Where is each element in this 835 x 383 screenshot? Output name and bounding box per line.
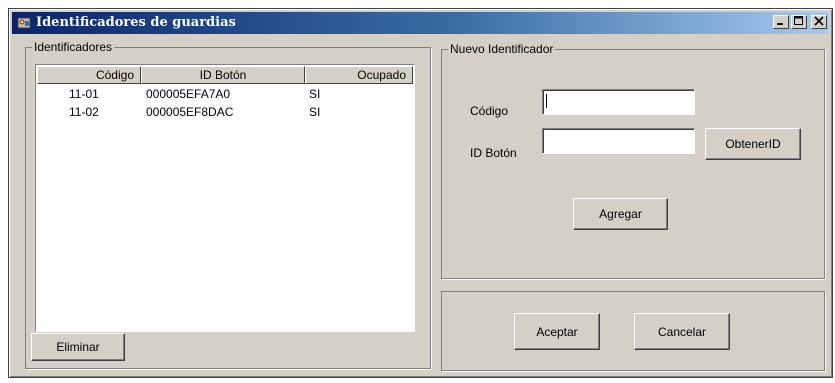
maximize-icon bbox=[794, 13, 804, 31]
identificadores-group-label: Identificadores bbox=[32, 40, 115, 54]
text-caret bbox=[546, 94, 547, 108]
aceptar-button[interactable]: Aceptar bbox=[514, 313, 600, 350]
cell-id-boton: 000005EF8DAC bbox=[146, 105, 234, 119]
cell-codigo: 11-02 bbox=[69, 105, 99, 119]
cell-ocupado: SI bbox=[309, 87, 321, 101]
identificadores-list[interactable]: Código ID Botón Ocupado 11-01 000005EFA7… bbox=[35, 64, 415, 332]
minimize-button[interactable] bbox=[773, 15, 789, 29]
column-header-codigo[interactable]: Código bbox=[37, 66, 141, 84]
list-item[interactable]: 11-01 000005EFA7A0 SI bbox=[37, 85, 413, 103]
dialog-window: Identificadores de guardias Identificado… bbox=[8, 8, 833, 378]
obtener-id-button[interactable]: ObtenerID bbox=[705, 128, 801, 160]
title-bar[interactable]: Identificadores de guardias bbox=[12, 12, 829, 34]
column-header-ocupado[interactable]: Ocupado bbox=[305, 66, 413, 84]
maximize-button[interactable] bbox=[791, 15, 807, 29]
minimize-icon bbox=[776, 13, 786, 31]
eliminar-button[interactable]: Eliminar bbox=[31, 333, 125, 361]
cell-id-boton: 000005EFA7A0 bbox=[146, 87, 231, 101]
app-icon bbox=[16, 15, 32, 31]
nuevo-identificador-group: Nuevo Identificador bbox=[441, 42, 825, 279]
close-button[interactable] bbox=[811, 15, 827, 29]
list-header: Código ID Botón Ocupado bbox=[37, 66, 413, 84]
nuevo-identificador-group-label: Nuevo Identificador bbox=[448, 42, 556, 56]
list-item[interactable]: 11-02 000005EF8DAC SI bbox=[37, 103, 413, 121]
cancelar-button[interactable]: Cancelar bbox=[634, 313, 730, 350]
id-boton-label: ID Botón bbox=[470, 146, 517, 160]
window-title: Identificadores de guardias bbox=[36, 15, 236, 30]
codigo-field[interactable] bbox=[542, 89, 695, 115]
close-icon bbox=[814, 13, 824, 31]
column-header-id-boton[interactable]: ID Botón bbox=[141, 66, 305, 84]
cell-ocupado: SI bbox=[309, 105, 321, 119]
agregar-button[interactable]: Agregar bbox=[573, 198, 668, 230]
cell-codigo: 11-01 bbox=[69, 87, 99, 101]
actions-group bbox=[441, 291, 825, 371]
codigo-label: Código bbox=[470, 104, 509, 118]
id-boton-field[interactable] bbox=[542, 128, 695, 154]
